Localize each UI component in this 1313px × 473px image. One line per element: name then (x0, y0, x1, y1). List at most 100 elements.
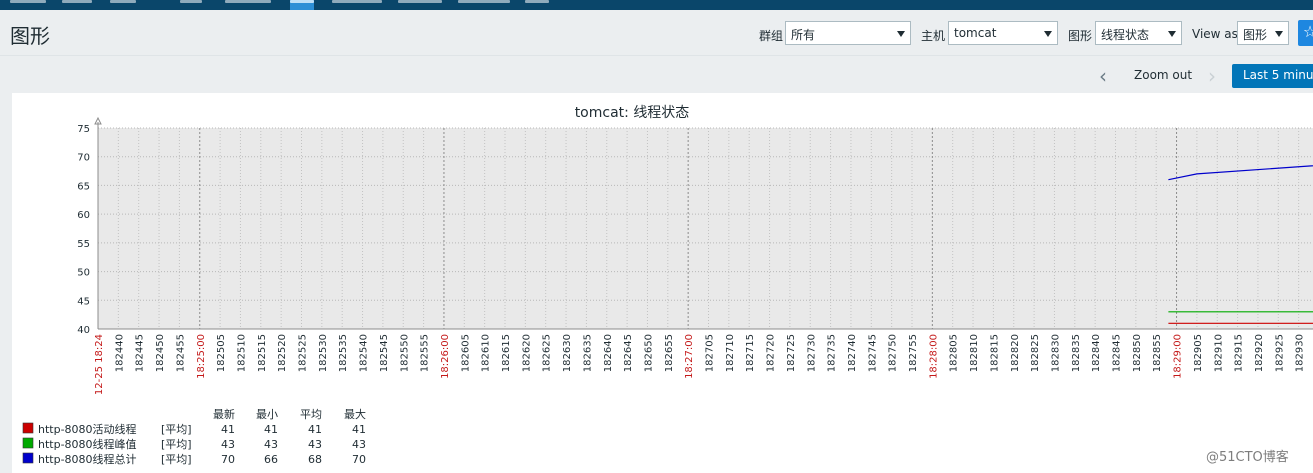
legend-series-name: http-8080线程峰值 (38, 437, 137, 451)
x-tick-label: 182630 (562, 334, 573, 372)
header-divider (0, 55, 1313, 56)
view-as-label: View as (1192, 27, 1238, 41)
x-tick-label: 182755 (908, 334, 919, 372)
nav-tab[interactable] (180, 0, 202, 10)
graph-panel: tomcat: 线程状态 40 45 50 55 60 65 70 75 12-25 18:24 1… (12, 93, 1313, 473)
x-tick-label: 182915 (1234, 334, 1245, 372)
legend-header: 最新 (213, 407, 235, 421)
x-tick-label: 18:26:00 (440, 334, 451, 379)
group-select-value: 所有 (791, 28, 816, 42)
legend-swatch (22, 422, 34, 434)
legend-header: 平均 (300, 408, 322, 421)
x-tick-label: 182505 (216, 334, 227, 372)
legend-value: 41 (308, 423, 322, 436)
graph-select[interactable]: 线程状态 (1095, 21, 1182, 45)
legend-value: 43 (264, 438, 278, 451)
chevron-down-icon (1275, 31, 1283, 37)
x-tick-label: 182615 (501, 334, 512, 372)
x-tick-label: 182605 (460, 334, 471, 372)
legend-value: 66 (264, 453, 278, 466)
legend-function: [平均] (161, 453, 192, 466)
chevron-right-icon[interactable]: › (1208, 64, 1216, 88)
chevron-down-icon (1044, 31, 1052, 37)
legend-series-name: http-8080线程总计 (38, 452, 137, 466)
nav-tab[interactable] (10, 0, 46, 10)
x-tick-label: 182545 (379, 334, 390, 372)
add-to-favorites-button[interactable]: ☆ (1298, 20, 1313, 46)
legend-header: 最小 (256, 408, 278, 421)
graph-select-value: 线程状态 (1101, 28, 1150, 42)
legend-value: 43 (221, 438, 235, 451)
x-tick-label: 182510 (236, 334, 247, 372)
y-tick-label: 60 (77, 210, 90, 221)
x-tick-label: 182805 (949, 334, 960, 372)
watermark: @51CTO博客 (1206, 450, 1289, 465)
view-as-select[interactable]: 图形 (1237, 21, 1289, 45)
legend-value: 43 (352, 438, 366, 451)
legend-header: 最大 (344, 407, 366, 421)
x-tick-label: 182750 (888, 334, 899, 372)
x-tick-label: 182725 (786, 334, 797, 372)
nav-tab[interactable] (110, 0, 136, 10)
x-tick-label: 182540 (359, 334, 370, 372)
x-tick-label: 18:27:00 (684, 334, 695, 379)
legend-function: [平均] (161, 423, 192, 436)
nav-tab[interactable] (225, 0, 271, 10)
zoom-out-button[interactable]: Zoom out (1134, 68, 1192, 82)
x-tick-label: 182855 (1152, 334, 1163, 372)
x-tick-label: 182640 (603, 334, 614, 372)
legend-value: 68 (308, 453, 322, 466)
x-tick-label: 182820 (1010, 334, 1021, 372)
x-tick-label: 182745 (867, 334, 878, 372)
legend-value: 43 (308, 438, 322, 451)
graph-label: 图形 (1068, 29, 1093, 43)
x-tick-label: 182720 (766, 334, 777, 372)
x-tick-label: 18:25:00 (196, 334, 207, 379)
chevron-down-icon (897, 31, 905, 37)
x-tick-label: 182845 (1112, 334, 1123, 372)
x-tick-label: 182815 (989, 334, 1000, 372)
nav-tab-graphs[interactable] (290, 0, 314, 10)
x-tick-label: 182715 (745, 334, 756, 372)
x-tick-label: 182625 (542, 334, 553, 372)
x-tick-label: 182910 (1213, 334, 1224, 372)
x-tick-label: 182920 (1254, 334, 1265, 372)
x-tick-label: 182450 (155, 334, 166, 372)
x-tick-label: 182905 (1193, 334, 1204, 372)
chevron-left-icon[interactable]: ‹ (1099, 64, 1107, 88)
legend-function: [平均] (161, 438, 192, 451)
legend-value: 41 (264, 423, 278, 436)
y-tick-label: 40 (77, 325, 90, 336)
host-select[interactable]: tomcat (948, 21, 1058, 45)
x-tick-label: 182825 (1030, 334, 1041, 372)
host-label: 主机 (921, 29, 946, 43)
legend-swatch (22, 452, 34, 464)
top-navigation-bar (0, 0, 1313, 10)
nav-tab[interactable] (458, 0, 510, 10)
plot-area (98, 128, 1313, 329)
group-select[interactable]: 所有 (785, 21, 911, 45)
y-tick-label: 50 (77, 268, 90, 279)
x-tick-label: 182655 (664, 334, 675, 372)
y-tick-label: 75 (77, 124, 90, 135)
x-tick-label: 12-25 18:24 (94, 334, 105, 395)
view-as-select-value: 图形 (1243, 28, 1268, 42)
x-tick-label: 182455 (175, 334, 186, 372)
x-tick-label: 182650 (643, 334, 654, 372)
time-period-button[interactable]: Last 5 minute (1232, 64, 1313, 88)
nav-tab[interactable] (398, 0, 442, 10)
nav-tab[interactable] (332, 0, 382, 10)
x-tick-label: 182515 (257, 334, 268, 372)
legend-swatch (22, 437, 34, 449)
nav-tab[interactable] (62, 0, 92, 10)
x-tick-label: 182710 (725, 334, 736, 372)
nav-tab[interactable] (525, 0, 549, 10)
legend-value: 70 (352, 453, 366, 466)
thread-status-chart: tomcat: 线程状态 40 45 50 55 60 65 70 75 12-25 18:24 1… (22, 105, 1313, 466)
chart-title: tomcat: 线程状态 (575, 105, 690, 121)
y-tick-label: 70 (77, 153, 90, 164)
x-tick-label: 182930 (1295, 334, 1306, 372)
legend-value: 41 (221, 423, 235, 436)
y-tick-label: 55 (77, 239, 90, 250)
x-tick-label: 182530 (318, 334, 329, 372)
